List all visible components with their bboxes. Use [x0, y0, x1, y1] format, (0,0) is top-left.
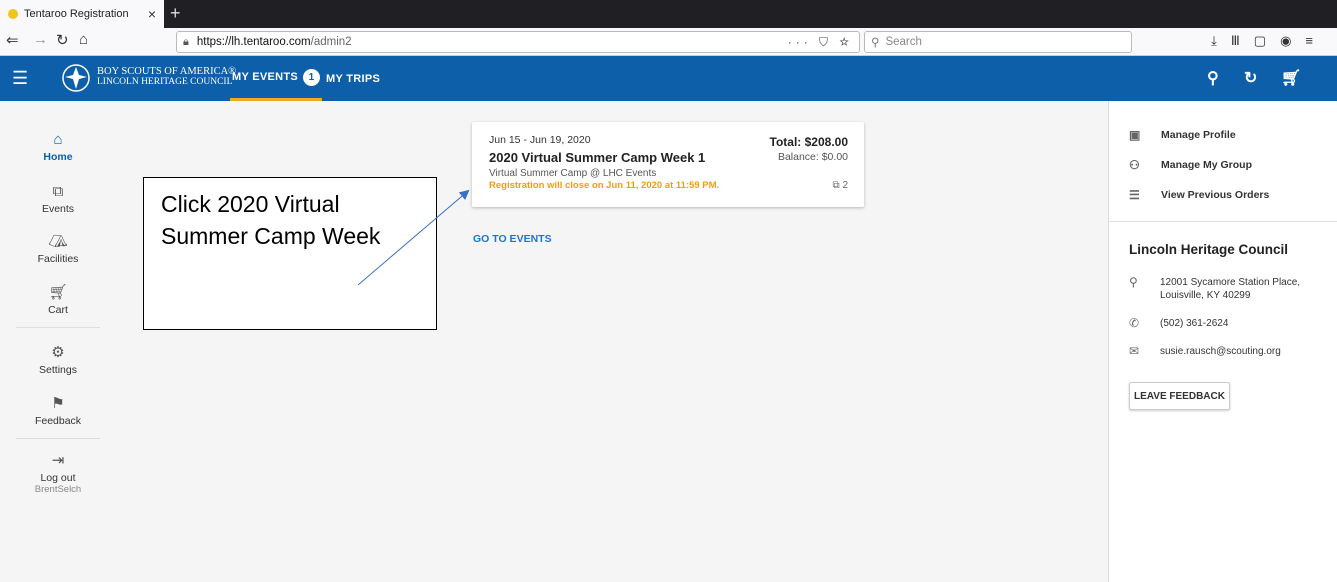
brand-text[interactable]: BOY SCOUTS OF AMERICA® LINCOLN HERITAGE …: [97, 66, 236, 88]
feedback-icon: ⚑: [51, 395, 65, 412]
event-total: Total: $208.00: [769, 135, 848, 149]
link-label: Manage Profile: [1161, 129, 1236, 141]
org-name: Lincoln Heritage Council: [1129, 242, 1289, 257]
sidebar-item-cart[interactable]: 🛒︎ Cart: [16, 284, 100, 316]
tent-icon: ⛺︎: [48, 233, 68, 250]
panel-divider: [1109, 221, 1337, 222]
group-icon: ⚇: [1129, 158, 1140, 172]
profile-icon: ▣: [1129, 128, 1141, 142]
tab-my-events-label: MY EVENTS: [232, 71, 299, 83]
tickets-icon: ⧉: [52, 183, 64, 200]
new-tab-button[interactable]: +: [170, 3, 181, 24]
username: BrentSelch: [34, 484, 82, 495]
event-dates: Jun 15 - Jun 19, 2020: [489, 134, 591, 146]
search-icon: ⚲: [871, 37, 880, 49]
right-panel: ▣ Manage Profile ⚇ Manage My Group ☰ Vie…: [1108, 101, 1337, 582]
email-address[interactable]: susie.rausch@scouting.org: [1160, 345, 1281, 358]
sidebar-item-logout[interactable]: ⇥ Log out BrentSelch: [16, 452, 100, 495]
sidebar-item-feedback[interactable]: ⚑ Feedback: [16, 395, 100, 427]
brand-line1: BOY SCOUTS OF AMERICA®: [97, 66, 237, 77]
email: ✉ susie.rausch@scouting.org: [1129, 345, 1281, 358]
app-header: ☰ BOY SCOUTS OF AMERICA® LINCOLN HERITAG…: [0, 56, 1337, 101]
events-count-badge: 1: [303, 68, 321, 86]
bsa-logo-icon: [62, 64, 90, 92]
sidebar-item-events[interactable]: ⧉ Events: [16, 183, 100, 215]
sidebar-item-label: Feedback: [34, 415, 82, 427]
event-subtitle: Virtual Summer Camp @ LHC Events: [489, 168, 657, 179]
gear-icon: ⚙: [51, 344, 65, 361]
hamburger-menu-icon[interactable]: ☰: [12, 68, 28, 89]
sidebar-item-label: Log out: [40, 472, 76, 484]
forward-icon[interactable]: →: [33, 31, 48, 48]
event-balance: Balance: $0.00: [777, 151, 848, 163]
home-browser-icon[interactable]: ⌂: [79, 31, 88, 48]
tab-my-events[interactable]: MY EVENTS 1: [230, 56, 323, 101]
close-tab-icon[interactable]: ×: [148, 6, 156, 22]
phone: ✆ (502) 361-2624: [1129, 317, 1228, 330]
sidebar-item-facilities[interactable]: ⛺︎ Facilities: [16, 233, 100, 265]
manage-group-link[interactable]: ⚇ Manage My Group: [1129, 158, 1252, 172]
sidebar-item-label: Settings: [39, 364, 77, 376]
favicon-icon: [8, 9, 18, 19]
tickets-icon: ⧉: [832, 180, 840, 191]
address: ⚲ 12001 Sycamore Station Place, Louisvil…: [1129, 276, 1300, 302]
page-actions-icon[interactable]: ··· ⛉ ☆: [788, 35, 853, 50]
address-line1: 12001 Sycamore Station Place,: [1160, 277, 1301, 288]
cart-icon: 🛒︎: [48, 284, 68, 301]
search-icon[interactable]: ⚲: [1207, 68, 1219, 88]
browser-toolbar-icons[interactable]: ⤓Ⅲ▢◉≡: [1211, 33, 1327, 49]
tab-my-trips[interactable]: MY TRIPS: [326, 56, 380, 101]
go-to-events-link[interactable]: GO TO EVENTS: [473, 233, 552, 245]
sidebar-item-label: Home: [43, 151, 73, 163]
manage-profile-link[interactable]: ▣ Manage Profile: [1129, 128, 1236, 142]
sidebar: ⌂ Home ⧉ Events ⛺︎ Facilities 🛒︎ Cart ⚙ …: [0, 101, 115, 582]
refresh-icon[interactable]: ↻: [1244, 68, 1257, 88]
ticket-count-value: 2: [842, 180, 848, 191]
sidebar-item-home[interactable]: ⌂ Home: [16, 131, 100, 163]
event-title[interactable]: 2020 Virtual Summer Camp Week 1: [489, 150, 705, 165]
url-host: https://lh.tentaroo.com: [196, 36, 311, 48]
sidebar-divider: [16, 438, 100, 439]
previous-orders-link[interactable]: ☰ View Previous Orders: [1129, 188, 1269, 202]
sidebar-item-label: Facilities: [37, 253, 79, 265]
ticket-count: ⧉ 2: [833, 180, 848, 191]
link-label: View Previous Orders: [1161, 189, 1270, 201]
registration-warning: Registration will close on Jun 11, 2020 …: [489, 180, 720, 191]
url-bar[interactable]: 🔒︎ https://lh.tentaroo.com/admin2 ··· ⛉ …: [176, 31, 860, 53]
mail-icon: ✉: [1129, 344, 1140, 358]
url-path: /admin2: [310, 36, 352, 48]
logout-icon: ⇥: [51, 452, 65, 469]
lock-icon: 🔒︎: [183, 35, 189, 48]
sidebar-item-label: Events: [41, 203, 75, 215]
browser-search-input[interactable]: ⚲ Search: [864, 31, 1132, 53]
leave-feedback-button[interactable]: LEAVE FEEDBACK: [1129, 382, 1230, 410]
address-line2: Louisville, KY 40299: [1160, 290, 1251, 301]
back-icon[interactable]: ⇐: [6, 31, 19, 49]
location-icon: ⚲: [1129, 275, 1138, 289]
search-placeholder: Search: [885, 36, 922, 48]
sidebar-divider: [16, 327, 100, 328]
browser-tab[interactable]: Tentaroo Registration ×: [0, 0, 164, 28]
reload-icon[interactable]: ↻: [56, 31, 69, 49]
link-label: Manage My Group: [1161, 159, 1253, 171]
phone-number: (502) 361-2624: [1160, 318, 1229, 329]
brand-line2: LINCOLN HERITAGE COUNCIL: [97, 77, 233, 87]
browser-nav-bar: ⇐ → ↻ ⌂ 🔒︎ https://lh.tentaroo.com/admin…: [0, 28, 1337, 56]
cart-icon[interactable]: 🛒︎: [1281, 68, 1301, 88]
phone-icon: ✆: [1129, 316, 1140, 330]
list-icon: ☰: [1129, 188, 1140, 202]
home-icon: ⌂: [53, 131, 63, 148]
annotation-callout: Click 2020 Virtual Summer Camp Week: [143, 177, 437, 330]
tab-my-trips-label: MY TRIPS: [326, 72, 381, 85]
event-card[interactable]: Jun 15 - Jun 19, 2020 2020 Virtual Summe…: [472, 122, 864, 207]
browser-tab-bar: Tentaroo Registration × +: [0, 0, 1337, 28]
sidebar-item-label: Cart: [48, 304, 68, 316]
sidebar-item-settings[interactable]: ⚙ Settings: [16, 344, 100, 376]
tab-title: Tentaroo Registration: [24, 8, 129, 20]
